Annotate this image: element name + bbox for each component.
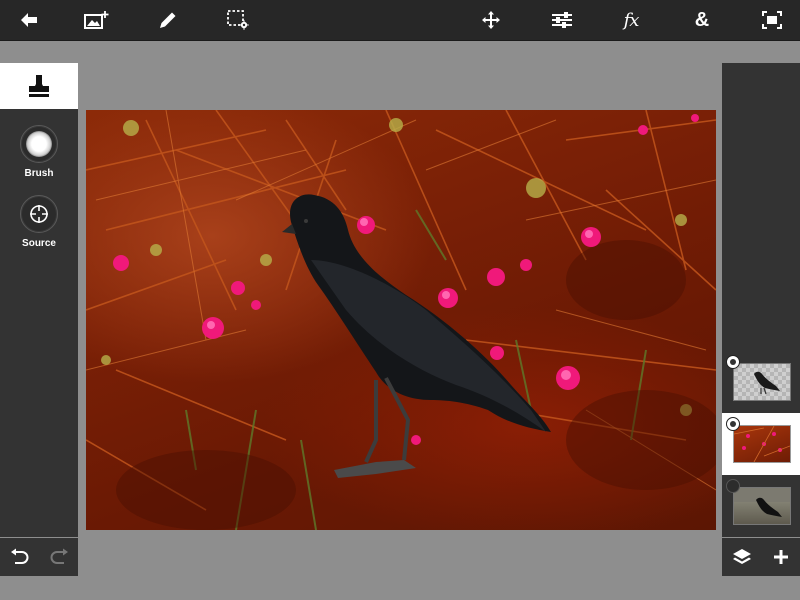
photo-crow-in-red-field <box>86 110 716 530</box>
brush-label: Brush <box>24 168 54 179</box>
adjustments-icon <box>552 12 572 28</box>
undo-button[interactable] <box>0 538 39 576</box>
source-label: Source <box>22 238 56 249</box>
redo-button[interactable] <box>39 538 78 576</box>
effects-button[interactable]: fx <box>609 0 653 40</box>
selection-button[interactable] <box>216 0 260 40</box>
undo-redo-bar <box>0 538 78 576</box>
blend-button[interactable]: & <box>680 0 724 40</box>
clone-stamp-icon <box>29 75 49 97</box>
source-icon <box>30 205 48 223</box>
brush-preview <box>20 125 58 163</box>
add-layer-icon <box>773 550 788 564</box>
layer-visibility-toggle[interactable] <box>726 355 740 369</box>
image-canvas[interactable] <box>86 110 716 530</box>
pencil-icon <box>160 12 176 28</box>
fit-screen-icon <box>762 11 782 29</box>
brush-icon <box>26 131 52 157</box>
redo-icon <box>50 548 68 564</box>
layers-button[interactable] <box>722 538 761 576</box>
layer-thumbnail <box>733 487 791 525</box>
blend-icon: & <box>694 8 710 31</box>
add-layer-button[interactable] <box>761 538 800 576</box>
red-field <box>734 426 790 462</box>
source-preview <box>20 195 58 233</box>
crow-original <box>734 488 790 517</box>
source-option[interactable]: Source <box>0 195 78 257</box>
adjustments-button[interactable] <box>540 0 584 40</box>
selection-settings-icon <box>227 10 249 30</box>
move-icon <box>482 11 500 29</box>
layer-visibility-toggle[interactable] <box>726 479 740 493</box>
layer-thumbnail <box>733 425 791 463</box>
add-image-button[interactable] <box>75 0 119 40</box>
add-image-icon <box>84 11 109 29</box>
layer-thumbnail <box>733 363 791 401</box>
layer-field[interactable] <box>722 413 800 475</box>
undo-icon <box>10 548 28 564</box>
layers-toolbar <box>722 538 800 576</box>
layer-visibility-toggle[interactable] <box>726 417 740 431</box>
back-button[interactable] <box>7 0 51 40</box>
brush-option[interactable]: Brush <box>0 125 78 187</box>
draw-button[interactable] <box>146 0 190 40</box>
layers-panel <box>722 63 800 537</box>
top-toolbar: fx & <box>0 0 800 41</box>
back-icon <box>21 13 37 27</box>
layer-original[interactable] <box>722 475 800 537</box>
fx-icon: fx <box>623 9 640 31</box>
fit-screen-button[interactable] <box>750 0 794 40</box>
layers-icon <box>732 549 751 564</box>
move-button[interactable] <box>469 0 513 40</box>
crow-cutout-transparent <box>754 371 780 395</box>
clone-stamp-tool-button[interactable] <box>0 63 78 109</box>
tool-options-panel: Brush Source <box>0 63 78 537</box>
layer-crow[interactable] <box>722 351 800 413</box>
